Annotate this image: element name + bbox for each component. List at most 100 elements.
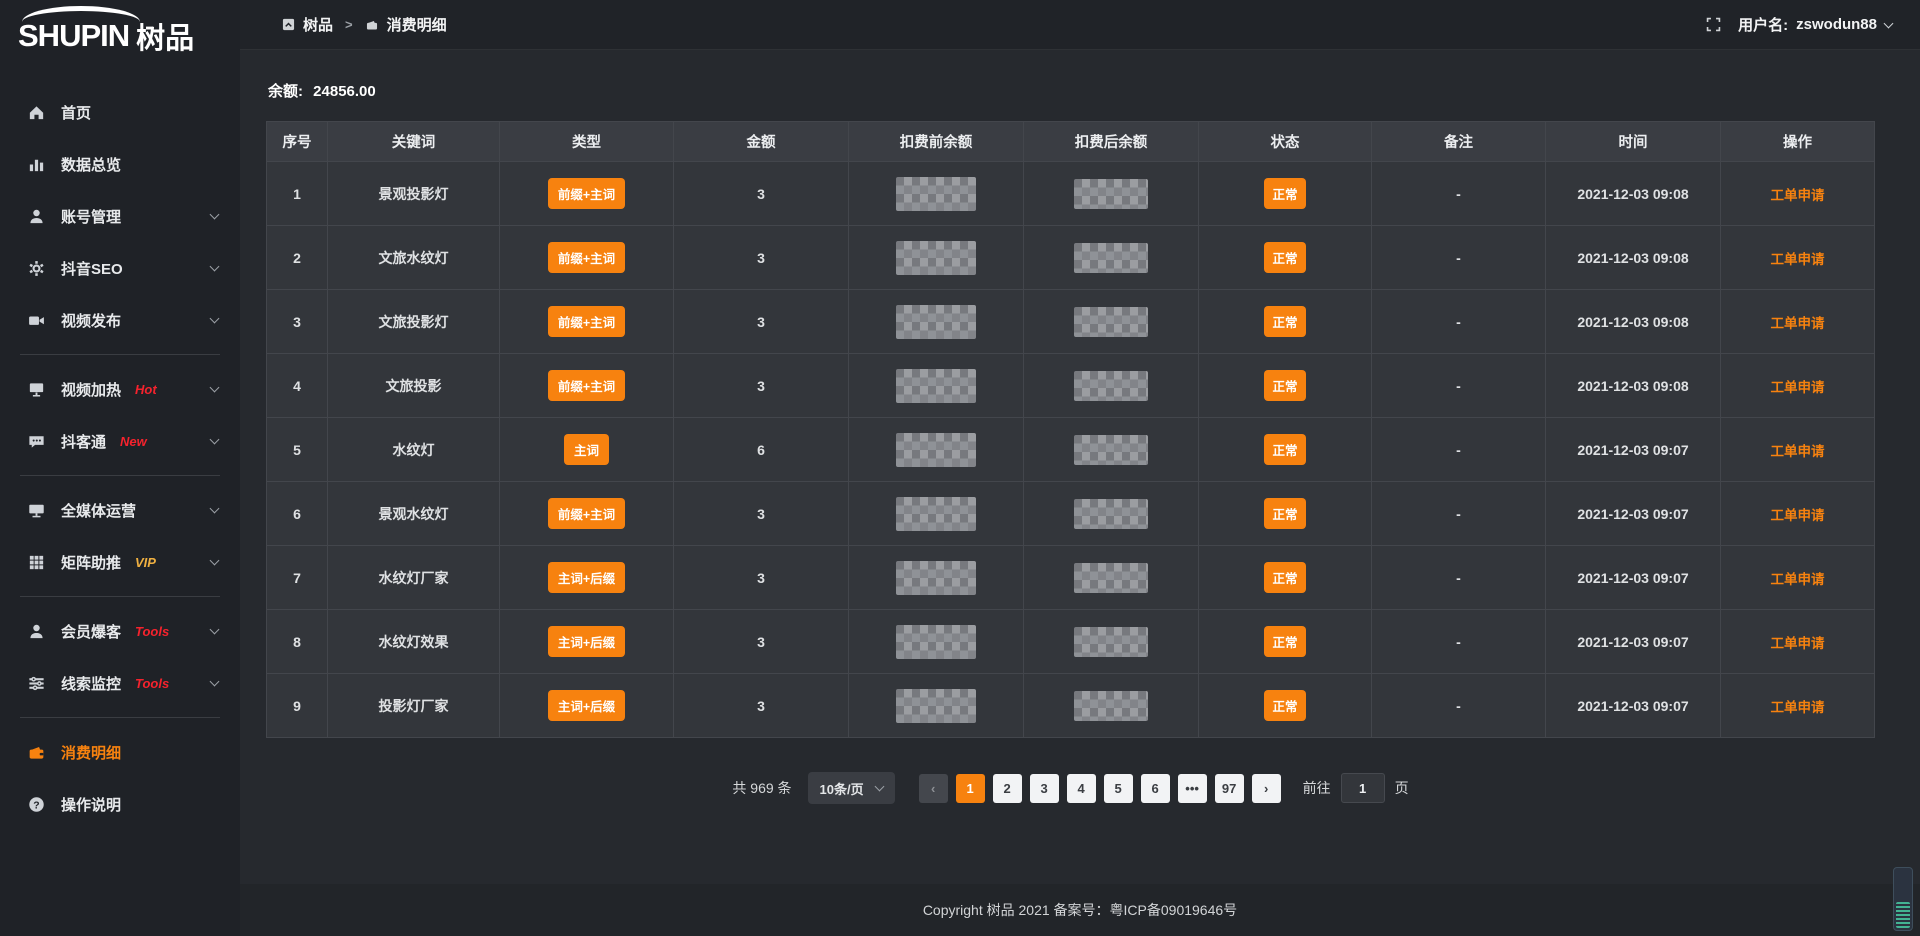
cell-action: 工单申请: [1721, 610, 1875, 674]
ticket-request-link[interactable]: 工单申请: [1771, 380, 1825, 395]
status-badge: 正常: [1264, 306, 1305, 337]
cell-amount: 3: [674, 674, 849, 738]
sidebar-item-douketong[interactable]: 抖客通 New: [0, 415, 240, 467]
status-badge: 正常: [1264, 242, 1305, 273]
page-button-6[interactable]: 6: [1141, 774, 1170, 803]
page-button-3[interactable]: 3: [1030, 774, 1059, 803]
cell-keyword: 水纹灯厂家: [328, 546, 500, 610]
sidebar-item-matrix-boost[interactable]: 矩阵助推 VIP: [0, 536, 240, 588]
ticket-request-link[interactable]: 工单申请: [1771, 700, 1825, 715]
table-row: 8 水纹灯效果 主词+后缀 3 正常 - 2021-12-03 09:07 工单…: [267, 610, 1875, 674]
ticket-request-link[interactable]: 工单申请: [1771, 188, 1825, 203]
table-row: 3 文旅投影灯 前缀+主词 3 正常 - 2021-12-03 09:08 工单…: [267, 290, 1875, 354]
cell-balance-after: [1024, 354, 1199, 418]
masked-value: [1074, 307, 1148, 337]
table-row: 4 文旅投影 前缀+主词 3 正常 - 2021-12-03 09:08 工单申…: [267, 354, 1875, 418]
masked-value: [1074, 371, 1148, 401]
cell-remark: -: [1372, 162, 1546, 226]
sidebar-item-member-burst[interactable]: 会员爆客 Tools: [0, 605, 240, 657]
cell-type: 前缀+主词: [500, 290, 674, 354]
sidebar-item-home[interactable]: 首页: [0, 86, 240, 138]
wallet-icon: [26, 742, 46, 762]
cell-type: 主词+后缀: [500, 674, 674, 738]
cell-status: 正常: [1199, 226, 1372, 290]
table-row: 6 景观水纹灯 前缀+主词 3 正常 - 2021-12-03 09:07 工单…: [267, 482, 1875, 546]
consumption-table: 序号 关键词 类型 金额 扣费前余额 扣费后余额 状态 备注 时间 操作 1: [266, 121, 1875, 738]
masked-value: [896, 689, 976, 723]
cell-time: 2021-12-03 09:08: [1546, 290, 1721, 354]
sidebar-item-video-publish[interactable]: 视频发布: [0, 294, 240, 346]
cell-index: 3: [267, 290, 328, 354]
page-button-2[interactable]: 2: [993, 774, 1022, 803]
ticket-request-link[interactable]: 工单申请: [1771, 444, 1825, 459]
cell-type: 前缀+主词: [500, 162, 674, 226]
ticket-request-link[interactable]: 工单申请: [1771, 572, 1825, 587]
next-page-button[interactable]: ›: [1252, 774, 1281, 803]
cell-action: 工单申请: [1721, 162, 1875, 226]
goto-page-input[interactable]: [1341, 773, 1385, 803]
goto-suffix: 页: [1395, 778, 1409, 798]
cell-status: 正常: [1199, 290, 1372, 354]
masked-value: [1074, 435, 1148, 465]
sidebar-divider: [20, 596, 220, 597]
total-count-label: 共 969 条: [732, 778, 791, 798]
ticket-request-link[interactable]: 工单申请: [1771, 636, 1825, 651]
cell-time: 2021-12-03 09:07: [1546, 546, 1721, 610]
page-button-4[interactable]: 4: [1067, 774, 1096, 803]
ticket-request-link[interactable]: 工单申请: [1771, 252, 1825, 267]
cell-index: 4: [267, 354, 328, 418]
sidebar-item-data-overview[interactable]: 数据总览: [0, 138, 240, 190]
table-row: 9 投影灯厂家 主词+后缀 3 正常 - 2021-12-03 09:07 工单…: [267, 674, 1875, 738]
sidebar-item-lead-monitor[interactable]: 线索监控 Tools: [0, 657, 240, 709]
fullscreen-icon[interactable]: [1705, 16, 1722, 33]
breadcrumb-item-root[interactable]: 树品: [282, 14, 333, 35]
sidebar-item-omni-media[interactable]: 全媒体运营: [0, 484, 240, 536]
type-badge: 前缀+主词: [548, 498, 625, 529]
sidebar-menu: 首页 数据总览 账号管理 抖音SEO: [0, 72, 240, 830]
sidebar-item-label: 线索监控: [61, 673, 121, 694]
page-button-5[interactable]: 5: [1104, 774, 1133, 803]
sidebar-item-consumption-detail[interactable]: 消费明细: [0, 726, 240, 778]
sidebar-item-instructions[interactable]: ? 操作说明: [0, 778, 240, 830]
chevron-down-icon: [210, 435, 220, 445]
sidebar-item-account[interactable]: 账号管理: [0, 190, 240, 242]
cell-action: 工单申请: [1721, 674, 1875, 738]
type-badge: 主词+后缀: [548, 562, 625, 593]
sidebar-item-video-heat[interactable]: 视频加热 Hot: [0, 363, 240, 415]
status-badge: 正常: [1264, 178, 1305, 209]
page-size-select[interactable]: 10条/页: [808, 772, 895, 804]
sidebar-item-label: 首页: [61, 102, 91, 123]
status-badge: 正常: [1264, 562, 1305, 593]
page-button-97[interactable]: 97: [1215, 774, 1244, 803]
cell-remark: -: [1372, 482, 1546, 546]
chevron-down-icon: [210, 383, 220, 393]
page-button-1[interactable]: 1: [956, 774, 985, 803]
cell-remark: -: [1372, 674, 1546, 738]
goto-page-group: 前往 页: [1303, 773, 1409, 803]
cell-balance-after: [1024, 482, 1199, 546]
sidebar-item-douyin-seo[interactable]: 抖音SEO: [0, 242, 240, 294]
cell-remark: -: [1372, 354, 1546, 418]
tv-icon: [26, 379, 46, 399]
gear-icon: [26, 258, 46, 278]
user-menu[interactable]: 用户名: zswodun88: [1738, 14, 1892, 35]
masked-value: [1074, 499, 1148, 529]
balance-summary: 余额: 24856.00: [268, 80, 1875, 101]
sidebar-item-label: 数据总览: [61, 154, 121, 175]
cell-balance-before: [849, 290, 1024, 354]
ticket-request-link[interactable]: 工单申请: [1771, 316, 1825, 331]
ticket-request-link[interactable]: 工单申请: [1771, 508, 1825, 523]
more-pages-button[interactable]: •••: [1178, 774, 1207, 803]
masked-value: [1074, 691, 1148, 721]
cell-action: 工单申请: [1721, 226, 1875, 290]
app-logo: SHUPIN 树品: [0, 0, 240, 72]
cell-balance-before: [849, 354, 1024, 418]
cell-index: 8: [267, 610, 328, 674]
breadcrumb-separator: >: [345, 17, 353, 32]
cell-keyword: 景观水纹灯: [328, 482, 500, 546]
prev-page-button[interactable]: ‹: [919, 774, 948, 803]
col-header-keyword: 关键词: [328, 122, 500, 162]
floating-scroll-widget[interactable]: [1893, 867, 1913, 931]
breadcrumb-item-current[interactable]: 消费明细: [365, 14, 447, 35]
cell-balance-after: [1024, 674, 1199, 738]
